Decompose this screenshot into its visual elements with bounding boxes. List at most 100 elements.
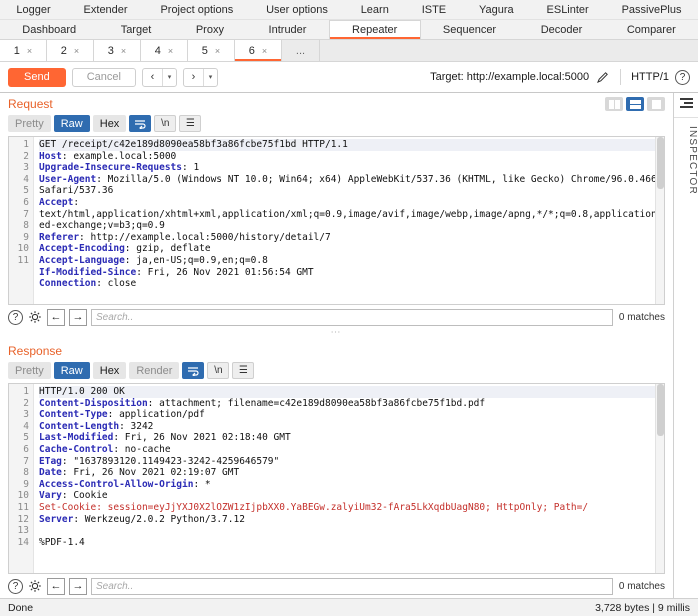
menu-tab-comparer[interactable]: Comparer — [605, 20, 698, 39]
menu-tab-sequencer[interactable]: Sequencer — [421, 20, 519, 39]
close-icon[interactable]: × — [215, 46, 220, 56]
help-icon[interactable]: ? — [675, 69, 690, 85]
menu-tab-intruder[interactable]: Intruder — [246, 20, 329, 39]
close-icon[interactable]: × — [27, 46, 32, 56]
burp-suite-window: Logger Extender Project options User opt… — [0, 0, 698, 616]
header-value: : application/pdf — [107, 409, 205, 421]
request-search-input[interactable] — [91, 308, 613, 326]
hamburger-menu-icon[interactable]: ☰ — [232, 362, 255, 379]
tab-request-raw[interactable]: Raw — [53, 115, 90, 132]
search-prev-button[interactable]: ← — [47, 308, 65, 326]
send-button[interactable]: Send — [8, 67, 66, 87]
menu-tab-passiveplus[interactable]: PassivePlus — [605, 0, 698, 19]
close-icon[interactable]: × — [262, 46, 267, 56]
help-icon[interactable]: ? — [8, 309, 23, 325]
menu-tab-repeater[interactable]: Repeater — [328, 20, 421, 39]
menu-tab-yagura[interactable]: Yagura — [463, 0, 531, 19]
scrollbar-thumb[interactable] — [657, 384, 664, 436]
response-line-numbers: 1 2 3 4 5 6 7 8 9 10 11 12 13 14 — [9, 384, 34, 573]
header-name: Accept — [39, 196, 74, 208]
word-wrap-icon[interactable] — [182, 362, 205, 379]
repeater-tab-label: 3 — [107, 44, 114, 57]
repeater-tab-3[interactable]: 3 × — [94, 40, 141, 61]
menu-tab-target[interactable]: Target — [98, 20, 173, 39]
line-number: 9 — [23, 478, 29, 490]
cancel-button[interactable]: Cancel — [71, 67, 136, 87]
header-value: : example.local:5000 — [61, 150, 177, 162]
search-next-button[interactable]: → — [69, 308, 87, 326]
tab-response-raw[interactable]: Raw — [53, 362, 90, 379]
tab-response-render[interactable]: Render — [129, 362, 180, 379]
line-number: 10 — [17, 243, 29, 255]
menu-tab-label: Project options — [160, 3, 234, 16]
menu-tab-project-options[interactable]: Project options — [144, 0, 250, 19]
history-back-button[interactable]: ‹ ▾ — [141, 67, 177, 87]
word-wrap-icon[interactable] — [129, 115, 152, 132]
tab-request-hex[interactable]: Hex — [92, 115, 127, 132]
menu-tab-label: User options — [266, 3, 328, 16]
search-prev-button[interactable]: ← — [47, 577, 65, 595]
newline-icon[interactable]: \n — [207, 362, 230, 379]
response-scrollbar[interactable] — [655, 384, 664, 573]
menu-tab-learn[interactable]: Learn — [344, 0, 405, 19]
hamburger-menu-icon[interactable]: ☰ — [179, 115, 202, 132]
repeater-tab-5[interactable]: 5 × — [188, 40, 235, 61]
close-icon[interactable]: × — [74, 46, 79, 56]
line-number: 13 — [17, 525, 29, 537]
close-icon[interactable]: × — [121, 46, 126, 56]
chevron-down-icon[interactable]: ▾ — [204, 69, 217, 86]
menu-tab-iste[interactable]: ISTE — [405, 0, 462, 19]
response-code[interactable]: HTTP/1.0 200 OK Content-Disposition: atta… — [34, 384, 664, 573]
inspector-toggle-icon[interactable] — [679, 98, 693, 108]
history-forward-button[interactable]: › ▾ — [182, 67, 218, 87]
request-code[interactable]: GET /receipt/c42e189d8090ea58bf3a86fcbe7… — [34, 137, 664, 304]
layout-horizontal-split-button[interactable] — [626, 97, 644, 111]
menu-tab-logger[interactable]: Logger — [0, 0, 67, 19]
repeater-tab-4[interactable]: 4 × — [141, 40, 188, 61]
chevron-down-icon[interactable]: ▾ — [163, 69, 176, 86]
search-next-button[interactable]: → — [69, 577, 87, 595]
tab-response-hex[interactable]: Hex — [92, 362, 127, 379]
layout-single-pane-button[interactable] — [647, 97, 665, 111]
inspector-panel[interactable]: INSPECTOR — [673, 93, 698, 598]
menu-tab-label: Decoder — [540, 23, 583, 36]
repeater-tab-6[interactable]: 6 × — [235, 40, 282, 61]
tab-response-pretty[interactable]: Pretty — [8, 362, 51, 379]
menu-tab-label: ISTE — [421, 3, 447, 16]
repeater-tab-overflow[interactable]: ... — [282, 40, 320, 61]
menu-tab-label: Yagura — [479, 3, 514, 16]
menu-tab-extender[interactable]: Extender — [67, 0, 144, 19]
pane-resize-handle[interactable]: ⋯ — [0, 328, 673, 340]
help-icon[interactable]: ? — [8, 578, 23, 594]
response-search-input[interactable] — [91, 577, 613, 595]
gear-icon[interactable] — [27, 578, 43, 594]
repeater-tab-1[interactable]: 1 × — [0, 40, 47, 61]
response-editor[interactable]: 1 2 3 4 5 6 7 8 9 10 11 12 13 14 HTTP/1.… — [8, 383, 665, 574]
menu-tab-label: Learn — [360, 3, 389, 16]
divider — [620, 69, 622, 85]
request-scrollbar[interactable] — [655, 137, 664, 304]
top-menu-row-2: Dashboard Target Proxy Intruder Repeater… — [0, 20, 698, 40]
newline-icon[interactable]: \n — [154, 115, 177, 132]
request-editor[interactable]: 1 2 3 4 5 6 7 8 9 10 11 GET /receipt/c42… — [8, 136, 665, 305]
menu-tab-label: Logger — [16, 3, 51, 16]
menu-tab-proxy[interactable]: Proxy — [174, 20, 247, 39]
menu-tab-user-options[interactable]: User options — [250, 0, 345, 19]
tab-request-pretty[interactable]: Pretty — [8, 115, 51, 132]
line-number: 4 — [23, 173, 29, 185]
close-icon[interactable]: × — [168, 46, 173, 56]
chevron-left-icon: ‹ — [150, 71, 155, 83]
gear-icon[interactable] — [27, 309, 43, 325]
menu-tab-eslinter[interactable]: ESLinter — [530, 0, 605, 19]
repeater-tab-label: 5 — [201, 44, 208, 57]
menu-tab-decoder[interactable]: Decoder — [518, 20, 604, 39]
line-number: 3 — [23, 409, 29, 421]
pencil-icon[interactable] — [595, 70, 610, 85]
menu-tab-dashboard[interactable]: Dashboard — [0, 20, 98, 39]
repeater-tab-2[interactable]: 2 × — [47, 40, 94, 61]
header-value: : gzip, deflate — [124, 243, 211, 255]
menu-tab-label: Target — [120, 23, 152, 36]
http-version-label[interactable]: HTTP/1 — [631, 71, 669, 83]
layout-vertical-split-button[interactable] — [605, 97, 623, 111]
scrollbar-thumb[interactable] — [657, 137, 664, 189]
